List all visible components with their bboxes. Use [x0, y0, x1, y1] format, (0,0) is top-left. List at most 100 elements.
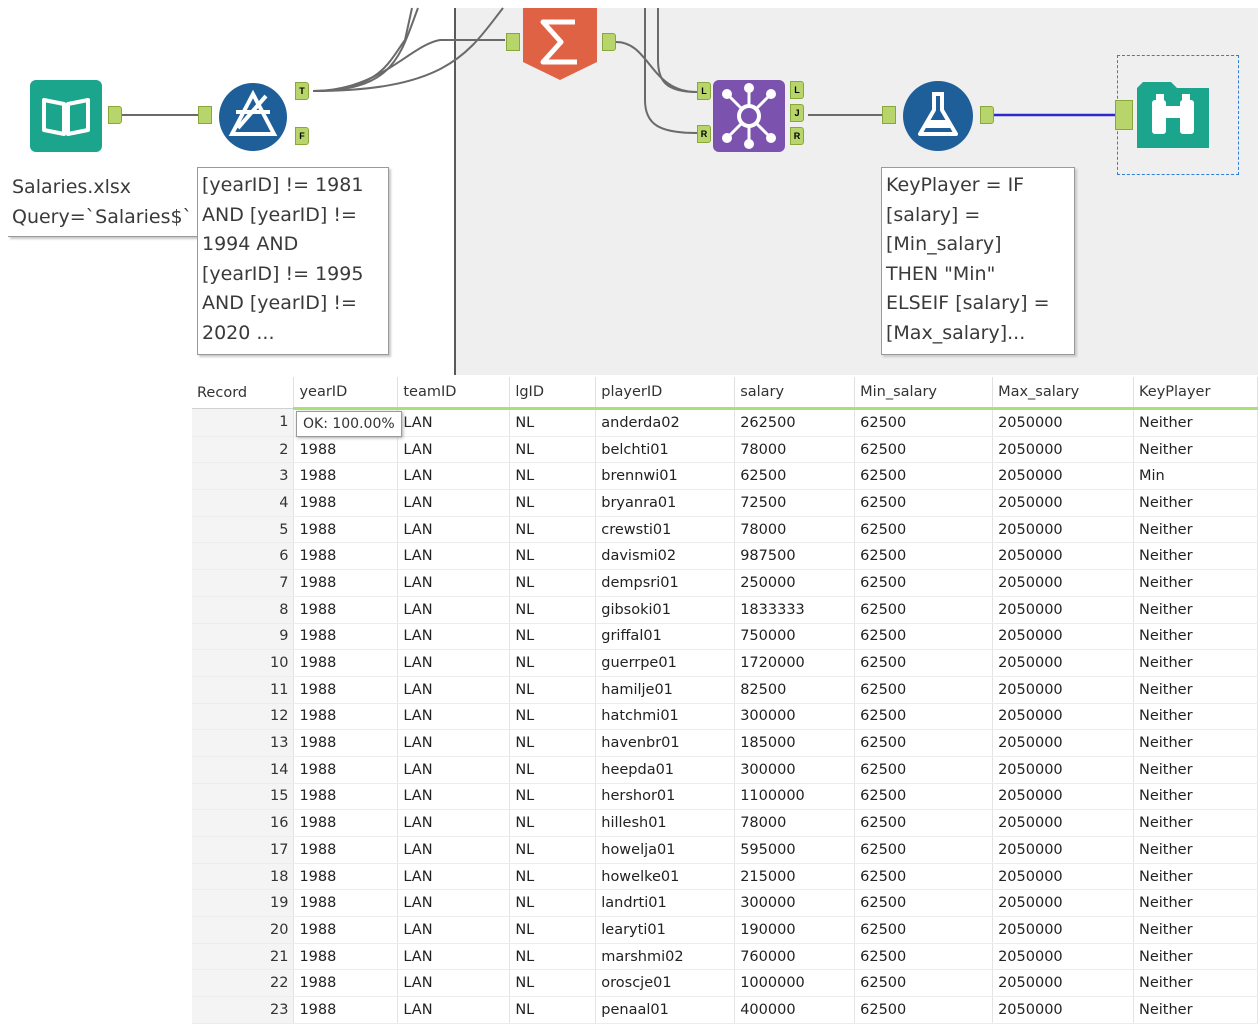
cell-teamid[interactable]: LAN	[397, 596, 511, 624]
cell-max-salary[interactable]: 2050000	[992, 943, 1134, 971]
cell-min-salary[interactable]: 62500	[854, 729, 994, 757]
cell-playerid[interactable]: gibsoki01	[595, 596, 736, 624]
cell-playerid[interactable]: oroscje01	[595, 969, 736, 998]
cell-record[interactable]: 22	[192, 969, 295, 998]
cell-salary[interactable]: 300000	[734, 889, 856, 918]
cell-salary[interactable]: 185000	[734, 729, 856, 757]
cell-keyplayer[interactable]: Neither	[1133, 889, 1258, 918]
cell-playerid[interactable]: penaal01	[595, 996, 736, 1024]
cell-salary[interactable]: 78000	[734, 809, 856, 837]
cell-playerid[interactable]: marshmi02	[595, 943, 736, 971]
cell-keyplayer[interactable]: Neither	[1133, 703, 1258, 731]
cell-min-salary[interactable]: 62500	[854, 623, 994, 651]
cell-record[interactable]: 3	[192, 462, 295, 491]
cell-lgid[interactable]: NL	[509, 676, 597, 704]
cell-yearid[interactable]: 1988	[293, 516, 399, 544]
cell-keyplayer[interactable]: Neither	[1133, 729, 1258, 757]
cell-playerid[interactable]: learyti01	[595, 916, 736, 944]
cell-yearid[interactable]: 1988	[293, 863, 399, 891]
cell-teamid[interactable]: LAN	[397, 436, 511, 464]
cell-keyplayer[interactable]: Neither	[1133, 836, 1258, 864]
formula-input-anchor[interactable]	[882, 106, 896, 124]
cell-teamid[interactable]: LAN	[397, 703, 511, 731]
cell-max-salary[interactable]: 2050000	[992, 783, 1134, 811]
cell-teamid[interactable]: LAN	[397, 623, 511, 651]
summarize-input-anchor[interactable]	[506, 33, 520, 51]
cell-teamid[interactable]: LAN	[397, 516, 511, 544]
table-row[interactable]: 2 1988 LAN NL belchti01 78000 62500 2050000 Neit…	[192, 436, 1258, 464]
cell-playerid[interactable]: dempsri01	[595, 569, 736, 597]
cell-teamid[interactable]: LAN	[397, 783, 511, 811]
cell-salary[interactable]: 72500	[734, 489, 856, 517]
cell-min-salary[interactable]: 62500	[854, 569, 994, 597]
cell-record[interactable]: 7	[192, 569, 295, 597]
column-header-keyplayer[interactable]: KeyPlayer	[1133, 377, 1258, 410]
cell-keyplayer[interactable]: Neither	[1133, 489, 1258, 517]
cell-min-salary[interactable]: 62500	[854, 969, 994, 998]
cell-min-salary[interactable]: 62500	[854, 916, 994, 944]
cell-lgid[interactable]: NL	[509, 729, 597, 757]
filter-true-anchor[interactable]: T	[295, 82, 309, 100]
cell-max-salary[interactable]: 2050000	[992, 516, 1134, 544]
cell-playerid[interactable]: landrti01	[595, 889, 736, 918]
cell-keyplayer[interactable]: Neither	[1133, 623, 1258, 651]
cell-playerid[interactable]: guerrpe01	[595, 649, 736, 677]
filter-tool[interactable]	[218, 82, 288, 152]
cell-teamid[interactable]: LAN	[397, 542, 511, 571]
column-header-record[interactable]: Record	[192, 377, 295, 409]
table-row[interactable]: 3 1988 LAN NL brennwi01 62500 62500 2050000 Min	[192, 462, 1258, 491]
table-row[interactable]: 7 1988 LAN NL dempsri01 250000 62500 2050000 Nei…	[192, 569, 1258, 597]
table-row[interactable]: 14 1988 LAN NL heepda01 300000 62500 2050000 Nei…	[192, 756, 1258, 784]
cell-lgid[interactable]: NL	[509, 969, 597, 998]
cell-min-salary[interactable]: 62500	[854, 836, 994, 864]
column-header-max-salary[interactable]: Max_salary	[992, 377, 1134, 410]
cell-min-salary[interactable]: 62500	[854, 649, 994, 677]
cell-yearid[interactable]: 1988	[293, 596, 399, 624]
cell-keyplayer[interactable]: Neither	[1133, 943, 1258, 971]
cell-lgid[interactable]: NL	[509, 623, 597, 651]
cell-min-salary[interactable]: 62500	[854, 462, 994, 491]
cell-playerid[interactable]: davismi02	[595, 542, 736, 571]
cell-teamid[interactable]: LAN	[397, 809, 511, 837]
cell-max-salary[interactable]: 2050000	[992, 676, 1134, 704]
cell-min-salary[interactable]: 62500	[854, 889, 994, 918]
cell-playerid[interactable]: havenbr01	[595, 729, 736, 757]
join-right-input-anchor[interactable]: R	[697, 125, 711, 143]
cell-playerid[interactable]: howelke01	[595, 863, 736, 891]
cell-salary[interactable]: 300000	[734, 703, 856, 731]
cell-teamid[interactable]: LAN	[397, 489, 511, 517]
cell-teamid[interactable]: LAN	[397, 916, 511, 944]
cell-min-salary[interactable]: 62500	[854, 783, 994, 811]
cell-max-salary[interactable]: 2050000	[992, 408, 1134, 437]
summarize-output-anchor[interactable]	[602, 33, 616, 51]
table-row[interactable]: 5 1988 LAN NL crewsti01 78000 62500 2050000 Neit…	[192, 516, 1258, 544]
results-grid[interactable]: Record yearID teamID lgID playerID salary Min_…	[192, 377, 1258, 1024]
cell-teamid[interactable]: LAN	[397, 649, 511, 677]
cell-keyplayer[interactable]: Neither	[1133, 436, 1258, 464]
cell-salary[interactable]: 215000	[734, 863, 856, 891]
cell-teamid[interactable]: LAN	[397, 889, 511, 918]
cell-teamid[interactable]: LAN	[397, 836, 511, 864]
cell-lgid[interactable]: NL	[509, 943, 597, 971]
workflow-canvas[interactable]: T F L R L J R Salaries.xlsx Query=`Salar…	[0, 0, 1258, 375]
cell-min-salary[interactable]: 62500	[854, 542, 994, 571]
cell-max-salary[interactable]: 2050000	[992, 969, 1134, 998]
cell-salary[interactable]: 400000	[734, 996, 856, 1024]
cell-record[interactable]: 5	[192, 516, 295, 544]
cell-yearid[interactable]: 1988	[293, 729, 399, 757]
browse-tool[interactable]	[1137, 82, 1209, 148]
cell-lgid[interactable]: NL	[509, 756, 597, 784]
cell-yearid[interactable]: 1988	[293, 676, 399, 704]
cell-yearid[interactable]: 1988	[293, 969, 399, 998]
cell-max-salary[interactable]: 2050000	[992, 889, 1134, 918]
cell-salary[interactable]: 82500	[734, 676, 856, 704]
table-row[interactable]: 15 1988 LAN NL hershor01 1100000 62500 2050000 N…	[192, 783, 1258, 811]
cell-playerid[interactable]: bryanra01	[595, 489, 736, 517]
cell-keyplayer[interactable]: Neither	[1133, 863, 1258, 891]
cell-yearid[interactable]: 1988	[293, 436, 399, 464]
formula-output-anchor[interactable]	[980, 106, 994, 124]
cell-playerid[interactable]: hershor01	[595, 783, 736, 811]
cell-record[interactable]: 16	[192, 809, 295, 837]
cell-record[interactable]: 17	[192, 836, 295, 864]
cell-yearid[interactable]: 1988	[293, 489, 399, 517]
